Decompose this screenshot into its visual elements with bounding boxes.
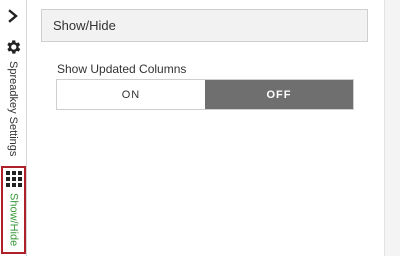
show-updated-columns-toggle: ON OFF bbox=[56, 79, 354, 110]
panel-header: Show/Hide bbox=[41, 9, 368, 42]
vertical-scrollbar[interactable] bbox=[384, 0, 400, 256]
toggle-off-button[interactable]: OFF bbox=[205, 80, 353, 109]
sidebar-tab-show-hide[interactable]: Show/Hide bbox=[1, 166, 26, 254]
toggle-on-button[interactable]: ON bbox=[57, 80, 205, 109]
show-hide-panel: Show/Hide Show Updated Columns ON OFF bbox=[27, 0, 384, 256]
collapse-sidebar-button[interactable] bbox=[3, 6, 23, 26]
sidebar: Spreadkey Settings Show/Hide bbox=[0, 0, 26, 256]
grid-icon bbox=[5, 170, 23, 188]
gear-icon bbox=[4, 38, 22, 56]
panel-title: Show/Hide bbox=[53, 18, 116, 33]
chevron-right-icon bbox=[8, 9, 18, 23]
sidebar-tab-label: Show/Hide bbox=[7, 193, 20, 247]
sidebar-tab-label: Spreadkey Settings bbox=[7, 61, 19, 157]
sidebar-tab-spreadkey-settings[interactable]: Spreadkey Settings bbox=[1, 34, 25, 162]
show-updated-columns-label: Show Updated Columns bbox=[57, 62, 187, 76]
